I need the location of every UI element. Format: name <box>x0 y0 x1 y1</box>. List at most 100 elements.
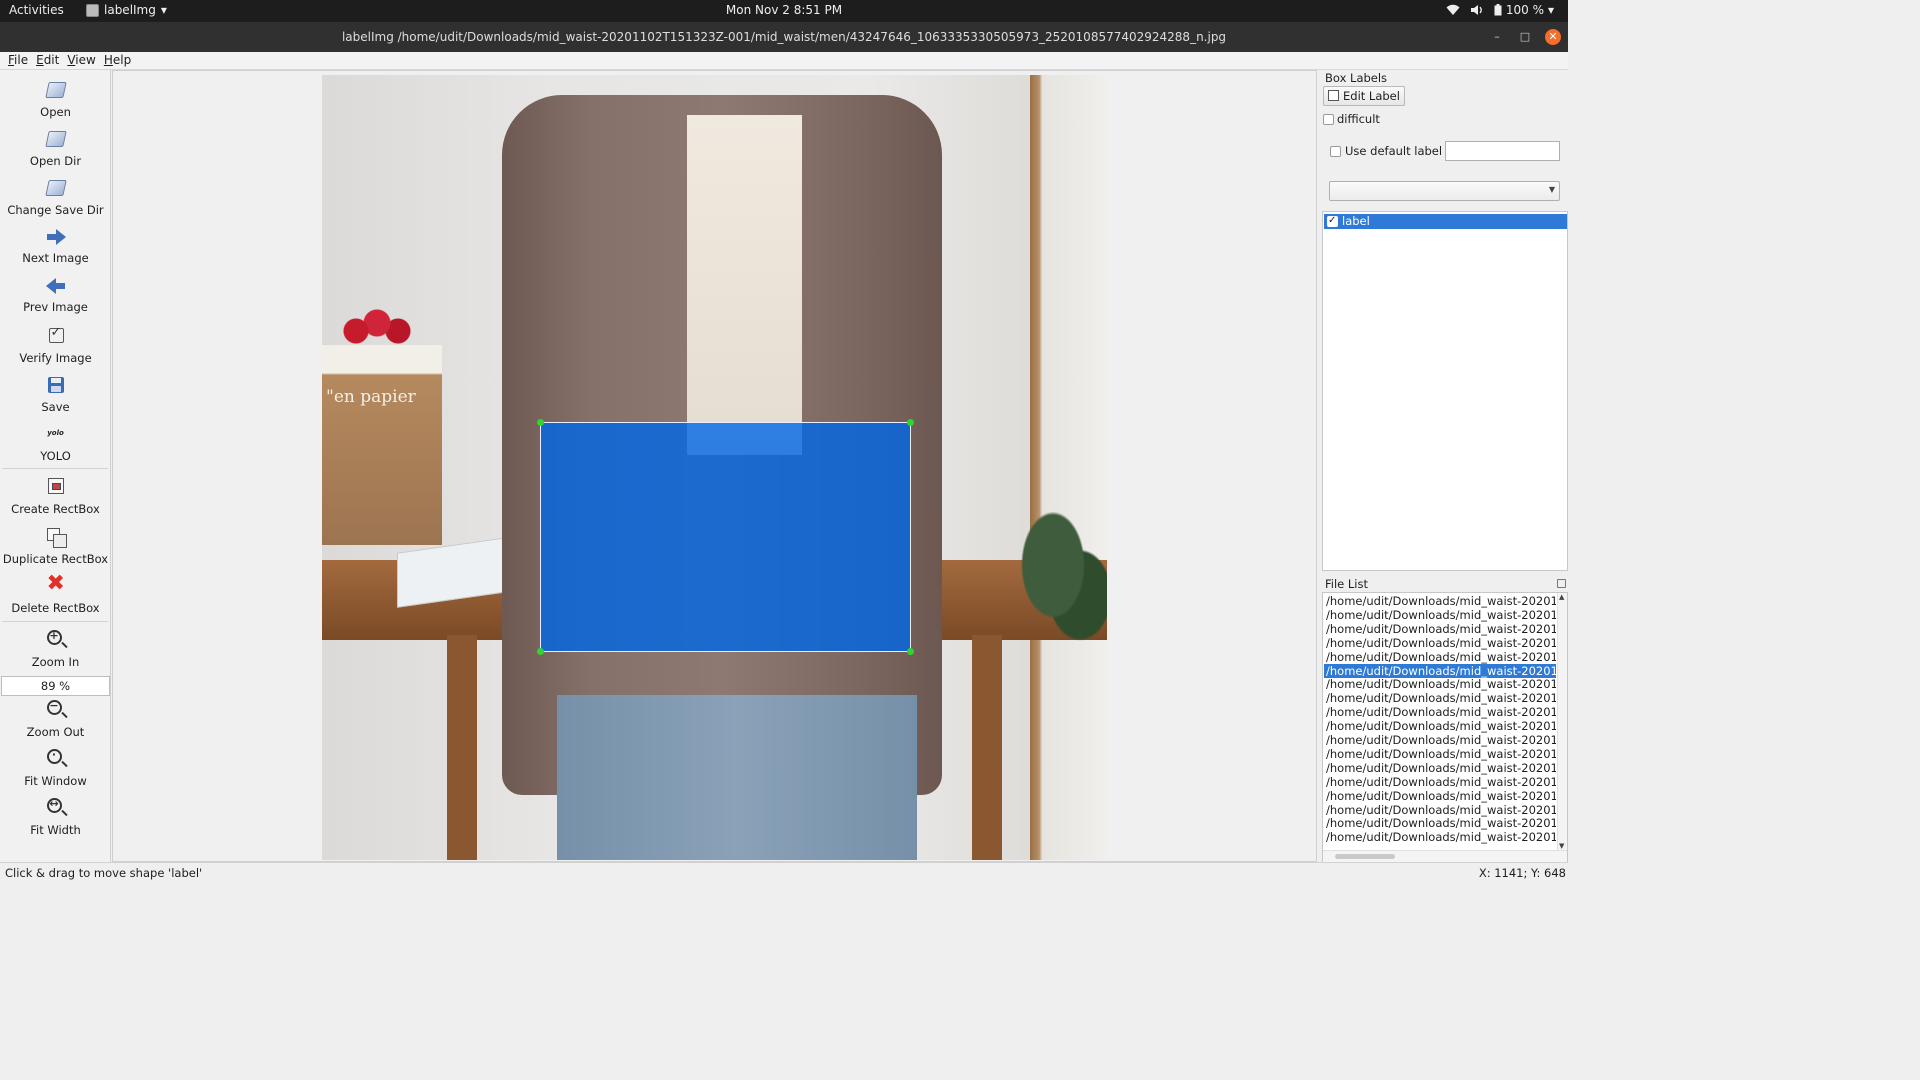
checkbox-icon <box>45 325 67 347</box>
status-bar: Click & drag to move shape 'label' X: 11… <box>0 862 1568 882</box>
clock[interactable]: Mon Nov 2 8:51 PM <box>0 3 1568 17</box>
yolo-icon: yolo <box>45 423 67 445</box>
scroll-down-icon[interactable]: ▼ <box>1559 842 1564 850</box>
duplicate-rectbox-label: Duplicate RectBox <box>2 552 109 566</box>
prev-image-button[interactable]: Prev Image <box>0 274 111 314</box>
label-visibility-checkbox[interactable] <box>1327 213 1338 228</box>
battery-icon <box>1494 4 1502 16</box>
verify-image-button[interactable]: Verify Image <box>0 325 111 365</box>
label-list[interactable]: label <box>1322 211 1568 571</box>
file-list-item[interactable]: /home/udit/Downloads/mid_waist-2020110 <box>1324 636 1556 650</box>
file-list-item[interactable]: /home/udit/Downloads/mid_waist-2020110 <box>1324 830 1556 844</box>
label-filter-combobox[interactable]: ▼ <box>1329 181 1560 201</box>
zoom-in-button[interactable]: + Zoom In <box>0 629 111 669</box>
scrollbar-thumb[interactable] <box>1335 854 1395 859</box>
change-save-dir-button[interactable]: Change Save Dir <box>0 177 111 217</box>
difficult-checkbox[interactable] <box>1323 114 1334 125</box>
difficult-label: difficult <box>1337 112 1380 126</box>
file-list-item[interactable]: /home/udit/Downloads/mid_waist-2020110 <box>1324 691 1556 705</box>
scroll-up-icon[interactable]: ▲ <box>1559 593 1564 601</box>
yolo-format-button[interactable]: yolo YOLO <box>0 423 111 463</box>
menu-file[interactable]: File <box>4 52 32 69</box>
photo-shirt <box>687 115 802 455</box>
next-image-label: Next Image <box>22 251 89 265</box>
file-list-item[interactable]: /home/udit/Downloads/mid_waist-2020110 <box>1324 663 1556 678</box>
toolbar-separator <box>2 468 108 469</box>
float-dock-icon[interactable] <box>1557 579 1566 588</box>
file-list-item[interactable]: /home/udit/Downloads/mid_waist-2020110 <box>1324 803 1556 817</box>
label-list-item[interactable]: label <box>1324 213 1567 229</box>
save-label: Save <box>41 400 70 414</box>
folder-icon <box>44 128 67 150</box>
edit-label-button[interactable]: Edit Label <box>1323 86 1405 106</box>
close-button[interactable]: ✕ <box>1545 29 1561 45</box>
default-label-input[interactable] <box>1445 141 1560 161</box>
file-list-vertical-scrollbar[interactable]: ▲ ▼ <box>1557 593 1567 850</box>
cursor-coordinates: X: 1141; Y: 648 <box>1478 866 1566 880</box>
file-list-item[interactable]: /home/udit/Downloads/mid_waist-2020110 <box>1324 650 1556 664</box>
battery-indicator: 100 % ▾ <box>1494 3 1554 17</box>
right-dock: Box Labels Edit Label difficult Use defa… <box>1318 70 1568 863</box>
window-title: labelImg /home/udit/Downloads/mid_waist-… <box>341 30 1227 44</box>
photo-bag-text: "en papier <box>326 387 416 407</box>
bbox-handle-top-right[interactable] <box>907 419 914 426</box>
file-list[interactable]: /home/udit/Downloads/mid_waist-2020110/h… <box>1322 592 1568 863</box>
maximize-button[interactable]: □ <box>1517 29 1533 45</box>
file-list-item[interactable]: /home/udit/Downloads/mid_waist-2020110 <box>1324 775 1556 789</box>
system-tray[interactable]: 100 % ▾ <box>1446 3 1554 17</box>
use-default-label-text: Use default label <box>1345 144 1443 158</box>
tool-bar: Open Open Dir Change Save Dir Next Image… <box>0 70 111 862</box>
fit-width-label: Fit Width <box>30 823 81 837</box>
zoom-out-label: Zoom Out <box>26 725 85 739</box>
file-list-item[interactable]: /home/udit/Downloads/mid_waist-2020110 <box>1324 705 1556 719</box>
bounding-box-label[interactable] <box>537 419 914 655</box>
bbox-handle-top-left[interactable] <box>537 419 544 426</box>
zoom-out-button[interactable]: − Zoom Out <box>0 699 111 739</box>
open-dir-button[interactable]: Open Dir <box>0 128 111 168</box>
fit-width-button[interactable]: ↔ Fit Width <box>0 797 111 837</box>
bbox-handle-bottom-right[interactable] <box>907 648 914 655</box>
verify-image-label: Verify Image <box>19 351 92 365</box>
rectbox-icon <box>45 476 67 498</box>
menu-edit[interactable]: Edit <box>32 52 63 69</box>
next-image-button[interactable]: Next Image <box>0 225 111 265</box>
status-message: Click & drag to move shape 'label' <box>5 866 203 880</box>
file-list-item[interactable]: /home/udit/Downloads/mid_waist-2020110 <box>1324 733 1556 747</box>
yolo-label: YOLO <box>40 449 71 463</box>
change-save-dir-label: Change Save Dir <box>7 203 104 217</box>
file-list-item[interactable]: /home/udit/Downloads/mid_waist-2020110 <box>1324 594 1556 608</box>
open-dir-label: Open Dir <box>29 154 82 168</box>
delete-rectbox-button[interactable]: ✖ Delete RectBox <box>0 573 111 616</box>
create-rectbox-label: Create RectBox <box>11 502 100 516</box>
file-list-item[interactable]: /home/udit/Downloads/mid_waist-2020110 <box>1324 719 1556 733</box>
open-button[interactable]: Open <box>0 79 111 119</box>
create-rectbox-button[interactable]: Create RectBox <box>0 476 111 516</box>
use-default-label-checkbox[interactable] <box>1330 146 1341 157</box>
fit-window-button[interactable]: · Fit Window <box>0 748 111 788</box>
zoom-level-spinbox[interactable]: 89 % <box>1 676 110 696</box>
minimize-button[interactable]: – <box>1489 29 1505 45</box>
toolbar-separator <box>2 621 108 622</box>
file-list-item[interactable]: /home/udit/Downloads/mid_waist-2020110 <box>1324 677 1556 691</box>
image-canvas[interactable]: "en papier <box>112 70 1317 862</box>
duplicate-rectbox-button[interactable]: Duplicate RectBox <box>0 526 111 566</box>
file-list-item[interactable]: /home/udit/Downloads/mid_waist-2020110 <box>1324 622 1556 636</box>
floppy-disk-icon <box>45 374 67 396</box>
yolo-icon-text: yolo <box>47 429 64 437</box>
save-button[interactable]: Save <box>0 374 111 414</box>
bbox-handle-bottom-left[interactable] <box>537 648 544 655</box>
open-label: Open <box>40 105 71 119</box>
file-list-item[interactable]: /home/udit/Downloads/mid_waist-2020110 <box>1324 816 1556 830</box>
photo-flowers <box>342 307 412 347</box>
window-title-bar[interactable]: labelImg /home/udit/Downloads/mid_waist-… <box>0 22 1568 52</box>
edit-pencil-icon <box>1328 90 1339 101</box>
zoom-in-label: Zoom In <box>31 655 80 669</box>
file-list-item[interactable]: /home/udit/Downloads/mid_waist-2020110 <box>1324 608 1556 622</box>
file-list-item[interactable]: /home/udit/Downloads/mid_waist-2020110 <box>1324 761 1556 775</box>
menu-help[interactable]: Help <box>100 52 135 69</box>
file-list-item[interactable]: /home/udit/Downloads/mid_waist-2020110 <box>1324 747 1556 761</box>
menu-view[interactable]: View <box>63 52 99 69</box>
volume-icon <box>1470 5 1482 15</box>
file-list-horizontal-scrollbar[interactable] <box>1323 850 1567 862</box>
file-list-item[interactable]: /home/udit/Downloads/mid_waist-2020110 <box>1324 789 1556 803</box>
